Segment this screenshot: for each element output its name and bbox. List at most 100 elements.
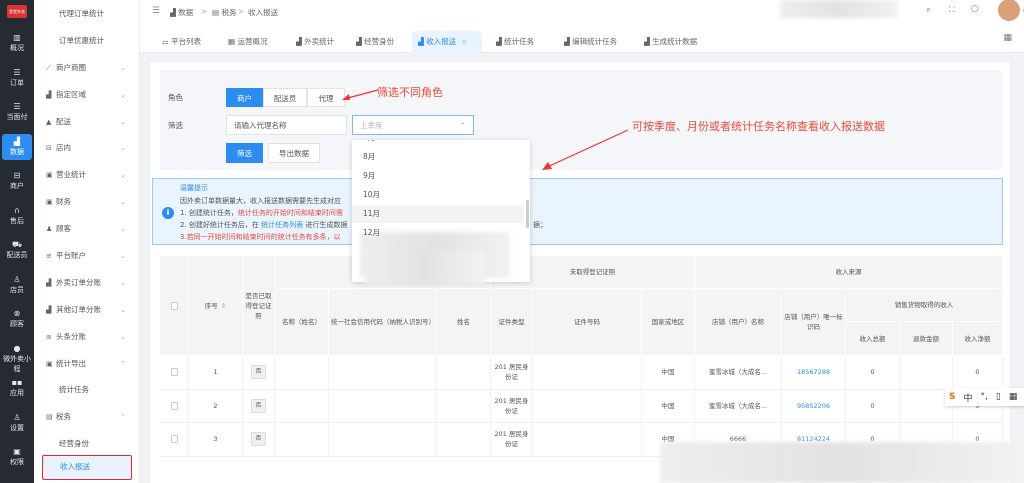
sidebar-item[interactable]: ♟ 顾客 ⌄	[34, 219, 140, 239]
ime-mode[interactable]: 中	[963, 391, 972, 404]
sidebar-item[interactable]: ▤ 税务 ⌃	[34, 407, 140, 427]
rail-item-lock[interactable]: ▣ 权限	[2, 444, 32, 470]
rail-item-overview[interactable]: ▥ 概况	[2, 30, 32, 56]
grid-icon[interactable]: ▦	[1009, 392, 1018, 402]
rail-item-customer[interactable]: ⊗ 顾客	[2, 306, 32, 332]
avatar[interactable]	[998, 0, 1020, 21]
sidebar-item[interactable]: ▟ 指定区域 ⌄	[34, 85, 140, 105]
dropdown-option[interactable]: 7月	[352, 140, 524, 147]
menu-toggle-icon[interactable]: ☰	[152, 6, 160, 16]
cell-country: 中国	[661, 401, 675, 410]
sidebar-item[interactable]: 收入报送	[42, 455, 132, 480]
cell-code[interactable]: 95852206	[797, 401, 830, 411]
rail-item-label: 权限	[10, 458, 24, 466]
filter-label: 筛选	[168, 121, 183, 130]
rail-item-courier[interactable]: ⛟ 配送员	[2, 237, 32, 263]
sidebar-item[interactable]: 统计任务	[34, 380, 140, 400]
annotation-arrow	[542, 129, 629, 170]
sort-icon[interactable]: ⇕	[221, 301, 226, 311]
tab-5[interactable]: ▟ 统计任务	[490, 31, 540, 53]
dropdown-option[interactable]: 9月	[352, 167, 524, 185]
sidebar-item[interactable]: ▟ 外卖订单分账 ⌄	[34, 273, 140, 293]
period-placeholder: 上季度	[360, 121, 383, 130]
select-all-checkbox[interactable]	[170, 301, 178, 310]
tab-6[interactable]: ▟ 编辑统计任务	[558, 31, 623, 53]
rail-item-pay[interactable]: ☰ 当面付	[2, 99, 32, 125]
role-courier-button[interactable]: 配送员	[263, 88, 307, 107]
tab-3[interactable]: ▟ 经营身份	[350, 31, 400, 53]
sidebar-item[interactable]: ⊟ 店内 ⌄	[34, 138, 140, 158]
select-all-cell	[160, 256, 189, 356]
punctuation-icon[interactable]: °,	[981, 392, 988, 402]
cell-code[interactable]: 18567288	[797, 367, 830, 377]
rail-item-settings[interactable]: ♙ 设置	[2, 410, 32, 436]
dropdown-option[interactable]: 12月	[352, 224, 524, 242]
role-merchant-button[interactable]: 商户	[226, 88, 263, 107]
keyboard-icon[interactable]: ▯	[996, 392, 1001, 402]
refresh-icon[interactable]: ○	[971, 4, 979, 14]
sidebar-item[interactable]: 经营身份	[34, 434, 140, 454]
chevron-icon: ⌄	[120, 333, 126, 341]
rail-item-order[interactable]: ☰ 订单	[2, 65, 32, 91]
chart-icon: ▟	[356, 37, 365, 46]
sidebar-item[interactable]: ▣ 营业统计 ⌄	[34, 165, 140, 185]
column-header: 证件类型	[491, 289, 533, 356]
rail-item-headset[interactable]: ∩ 售后	[2, 203, 32, 229]
table-cell[interactable]: 18567288	[782, 356, 846, 390]
alert-text: 1. 创建统计任务，	[180, 209, 238, 217]
dropdown-option[interactable]: 10月	[352, 186, 524, 204]
grid-menu-icon[interactable]: ▦	[1003, 33, 1012, 43]
sidebar-item[interactable]: ▲ 配送 ⌄	[34, 112, 140, 132]
fullscreen-icon[interactable]: ⛶	[949, 5, 955, 15]
sidebar-item-label: 税务	[56, 412, 71, 421]
close-icon[interactable]: ×	[461, 37, 467, 46]
column-header: 证件号码	[533, 289, 642, 356]
rail-item-apps[interactable]: ▪▪ 应用	[2, 375, 32, 401]
table-cell: 201 居民身份证	[491, 356, 533, 390]
header-group-sales: 销售货物取得的收入	[846, 289, 1003, 322]
tab-2[interactable]: ▟ 外卖统计	[290, 31, 340, 53]
tab-4[interactable]: ▟ 收入报送 ×	[412, 31, 482, 53]
sidebar-item[interactable]: 代理订单统计	[34, 4, 140, 24]
table-cell[interactable]: 95852206	[782, 389, 846, 423]
breadcrumb-data[interactable]: ▟ 数据	[170, 7, 193, 18]
breadcrumb-tax[interactable]: ▤ 税务	[212, 7, 236, 18]
rail-item-label: 售后	[10, 216, 24, 225]
alert-title: 温馨提示	[180, 184, 208, 192]
sidebar-item[interactable]: ≡ 平台账户 ⌄	[34, 246, 140, 266]
search-icon[interactable]: ⌕	[926, 5, 931, 15]
tab-7[interactable]: ▟ 生成统计数据	[638, 31, 703, 53]
sidebar-item[interactable]: ▟ 其他订单分账 ⌄	[34, 300, 140, 320]
list-icon: ⚏	[162, 37, 172, 46]
filter-button[interactable]: 筛选	[226, 143, 263, 163]
row-checkbox[interactable]	[170, 401, 178, 410]
sidebar-item[interactable]: 订单优惠统计	[34, 31, 140, 51]
ime-toolbar[interactable]: S 中 °, ▯ ▦	[945, 388, 1024, 406]
tab-1[interactable]: ▦ 运营概况	[222, 31, 273, 53]
rail-item-store[interactable]: ⊟ 商户	[2, 168, 32, 194]
sidebar-item[interactable]: ▣ 财务 ⌄	[34, 192, 140, 212]
row-checkbox[interactable]	[170, 368, 178, 377]
period-select[interactable]: 上季度 ⌃	[352, 115, 474, 135]
dropdown-option[interactable]: 11月	[352, 205, 524, 223]
table-cell	[275, 423, 329, 457]
sidebar-item[interactable]: ≡ 头条分账 ⌄	[34, 327, 140, 347]
task-list-link[interactable]: 统计任务列表	[261, 221, 303, 229]
table-cell	[533, 389, 642, 423]
tab-label: 平台列表	[171, 37, 202, 46]
rail-item-wechat[interactable]: ● 微外卖小程	[2, 341, 32, 373]
export-button[interactable]: 导出数据	[268, 143, 320, 163]
tab-0[interactable]: ⚏ 平台列表	[156, 31, 207, 53]
dropdown-option[interactable]: 8月	[352, 148, 524, 166]
rail-item-staff[interactable]: ♙ 店员	[2, 272, 32, 298]
sidebar-item[interactable]: ▣ 统计导出 ⌃	[34, 354, 140, 374]
dropdown-scrollbar[interactable]	[526, 200, 529, 228]
table-cell: 蜜雪冰城（大成名...	[695, 389, 782, 423]
sidebar-item[interactable]: ⟋ 商户商圈 ⌄	[34, 58, 140, 78]
row-checkbox[interactable]	[170, 435, 178, 444]
rail-item-label: 订单	[10, 78, 24, 87]
roles-annotation: 筛选不同角色	[377, 86, 443, 99]
rail-item-chart[interactable]: ▟ 数据	[2, 133, 32, 160]
agent-name-input[interactable]: 请输入代理名称	[226, 115, 347, 135]
redacted-area	[780, 0, 898, 18]
